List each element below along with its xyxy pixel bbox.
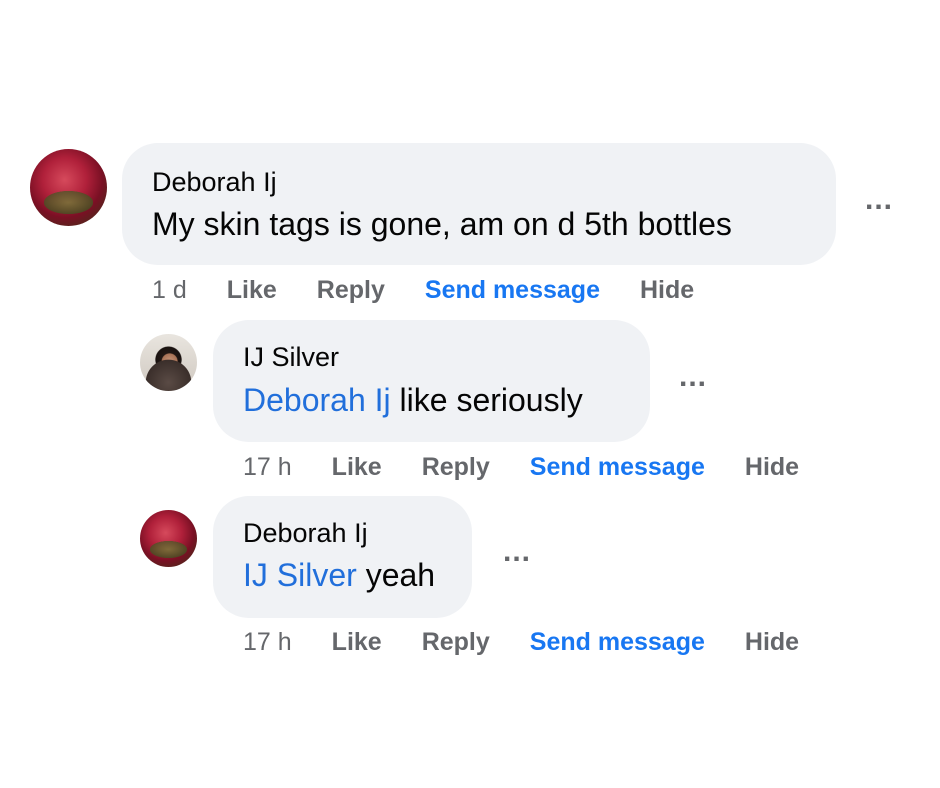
hide-button[interactable]: Hide [640, 276, 694, 305]
send-message-button[interactable]: Send message [425, 276, 600, 305]
more-options-icon[interactable]: ... [503, 537, 531, 567]
like-button[interactable]: Like [332, 453, 382, 482]
comment-time[interactable]: 17 h [243, 453, 292, 482]
comment-bubble [122, 143, 836, 265]
comment-actions: 17 h Like Reply Send message Hide [243, 453, 799, 482]
comment-text-content: yeah [356, 557, 436, 593]
comment-time[interactable]: 1 d [152, 276, 187, 305]
mention-link[interactable]: Deborah Ij [243, 382, 391, 418]
comment-text-content: like seriously [390, 382, 583, 418]
comment-author[interactable]: Deborah Ij [243, 518, 368, 549]
more-options-icon[interactable]: ... [865, 185, 893, 215]
comment-bubble [213, 320, 650, 442]
hide-button[interactable]: Hide [745, 453, 799, 482]
avatar[interactable] [30, 149, 107, 226]
like-button[interactable]: Like [332, 628, 382, 657]
comment-text: My skin tags is gone, am on d 5th bottle… [152, 206, 732, 243]
reply-button[interactable]: Reply [317, 276, 385, 305]
comment-author[interactable]: IJ Silver [243, 342, 339, 373]
reply-button[interactable]: Reply [422, 453, 490, 482]
hide-button[interactable]: Hide [745, 628, 799, 657]
like-button[interactable]: Like [227, 276, 277, 305]
comment-actions: 17 h Like Reply Send message Hide [243, 628, 799, 657]
comment-text: Deborah Ij like seriously [243, 382, 583, 419]
more-options-icon[interactable]: ... [679, 362, 707, 392]
comment-actions: 1 d Like Reply Send message Hide [152, 276, 694, 305]
send-message-button[interactable]: Send message [530, 453, 705, 482]
avatar[interactable] [140, 510, 197, 567]
send-message-button[interactable]: Send message [530, 628, 705, 657]
avatar[interactable] [140, 334, 197, 391]
comment-text: IJ Silver yeah [243, 557, 435, 594]
comment-text-content: My skin tags is gone, am on d 5th bottle… [152, 206, 732, 242]
comment-author[interactable]: Deborah Ij [152, 167, 277, 198]
reply-button[interactable]: Reply [422, 628, 490, 657]
comment-time[interactable]: 17 h [243, 628, 292, 657]
mention-link[interactable]: IJ Silver [243, 557, 357, 593]
